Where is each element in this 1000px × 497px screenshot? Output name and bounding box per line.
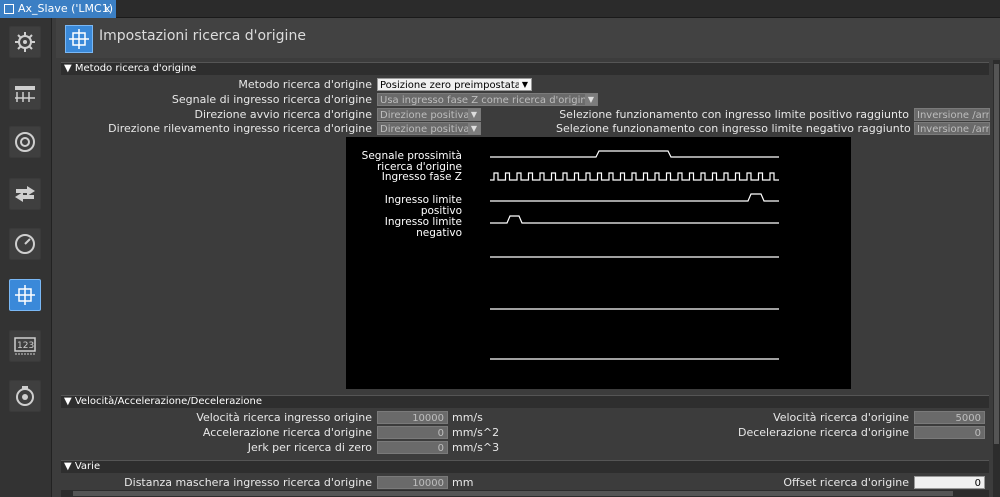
- jerk-label: Jerk per ricerca di zero: [247, 441, 372, 454]
- sel-neg-label: Selezione funzionamento con ingresso lim…: [556, 122, 911, 135]
- offset-label: Offset ricerca d'origine: [783, 476, 909, 489]
- position-count-icon[interactable]: 123: [9, 330, 41, 362]
- gauge-icon[interactable]: [9, 228, 41, 260]
- sel-neg-value: Inversione /arresto: [917, 124, 990, 135]
- section-velocity[interactable]: ▼ Velocità/Accelerazione/Decelerazione: [61, 395, 989, 408]
- sel-pos-label: Selezione funzionamento con ingresso lim…: [559, 108, 909, 121]
- hscrollbar-thumb[interactable]: [73, 491, 953, 496]
- acc-unit: mm/s^2: [452, 426, 500, 439]
- page-title: Impostazioni ricerca d'origine: [99, 28, 306, 44]
- metodo-select[interactable]: Posizione zero preimpostata ▼: [377, 78, 532, 91]
- tab-bar: Ax_Slave ('LMC1) x: [0, 0, 1000, 18]
- dec-input[interactable]: 0: [914, 426, 985, 439]
- window: Ax_Slave ('LMC1) x 123 Impostazioni rice…: [0, 0, 1000, 497]
- svg-text:123: 123: [17, 341, 34, 351]
- chevron-down-icon: ▼: [468, 123, 480, 134]
- dir-ril-value: Direzione positiva: [380, 124, 470, 135]
- scrollbar-thumb[interactable]: [994, 64, 999, 444]
- homing-timing-diagram: Segnale prossimità ricerca d'origine Ing…: [346, 137, 851, 389]
- dist-label: Distanza maschera ingresso ricerca d'ori…: [124, 476, 372, 489]
- vel-unit: mm/s: [452, 411, 483, 424]
- dir-ril-select[interactable]: Direzione positiva ▼: [377, 122, 481, 135]
- wave-negative-limit: [490, 215, 779, 224]
- tab-ax-slave[interactable]: Ax_Slave ('LMC1) x: [0, 0, 116, 18]
- sel-neg-select[interactable]: Inversione /arresto: [914, 122, 990, 135]
- page-header: Impostazioni ricerca d'origine: [56, 18, 1000, 58]
- homing-icon[interactable]: [9, 279, 41, 311]
- axis-parameters-icon[interactable]: [9, 78, 41, 110]
- chevron-down-icon: ▼: [519, 79, 531, 90]
- dir-avvio-value: Direzione positiva: [380, 110, 470, 121]
- servo-icon[interactable]: [9, 380, 41, 412]
- metodo-label: Metodo ricerca d'origine: [238, 78, 372, 91]
- sidebar: 123: [0, 18, 52, 497]
- vel-label: Velocità ricerca ingresso origine: [196, 411, 372, 424]
- segnale-label: Segnale di ingresso ricerca d'origine: [171, 93, 372, 106]
- wave-proximity: [490, 150, 779, 158]
- vertical-scrollbar[interactable]: [993, 60, 1000, 497]
- chevron-down-icon: ▼: [585, 94, 597, 105]
- chevron-down-icon: ▼: [468, 109, 480, 120]
- transfer-icon[interactable]: [9, 178, 41, 210]
- homing-icon: [65, 25, 93, 53]
- tab-label: Ax_Slave ('LMC1): [18, 2, 113, 15]
- vel-r-input[interactable]: 5000: [914, 411, 985, 424]
- sel-pos-value: Inversione /arresto: [917, 110, 990, 121]
- section-metodo[interactable]: ▼ Metodo ricerca d'origine: [61, 62, 989, 75]
- dist-input[interactable]: 10000: [377, 476, 448, 489]
- metodo-value: Posizione zero preimpostata: [380, 80, 521, 91]
- jerk-unit: mm/s^3: [452, 441, 500, 454]
- dir-avvio-label: Direzione avvio ricerca d'origine: [194, 108, 372, 121]
- diagram-waveforms: [490, 150, 779, 360]
- dir-ril-label: Direzione rilevamento ingresso ricerca d…: [108, 122, 372, 135]
- wave-phase-z: [490, 172, 779, 181]
- acc-label: Accelerazione ricerca d'origine: [202, 426, 372, 439]
- dir-avvio-select[interactable]: Direzione positiva ▼: [377, 108, 481, 121]
- jerk-input[interactable]: 0: [377, 441, 448, 454]
- offset-input[interactable]: 0: [914, 476, 985, 489]
- axis-icon: [4, 4, 14, 14]
- disk-icon[interactable]: [9, 126, 41, 158]
- sel-pos-select[interactable]: Inversione /arresto: [914, 108, 990, 121]
- dist-unit: mm: [452, 476, 474, 489]
- segnale-select[interactable]: Usa ingresso fase Z come ricerca d'origi…: [377, 93, 598, 106]
- vel-input[interactable]: 10000: [377, 411, 448, 424]
- segnale-value: Usa ingresso fase Z come ricerca d'origi…: [380, 95, 593, 106]
- wave-positive-limit: [490, 193, 779, 202]
- gear-icon[interactable]: [9, 26, 41, 58]
- horizontal-scrollbar[interactable]: [61, 490, 989, 497]
- dec-label: Decelerazione ricerca d'origine: [738, 426, 909, 439]
- section-misc[interactable]: ▼ Varie: [61, 460, 989, 473]
- main-panel: Impostazioni ricerca d'origine ▼ Metodo …: [56, 18, 1000, 497]
- close-icon[interactable]: x: [104, 0, 111, 18]
- acc-input[interactable]: 0: [377, 426, 448, 439]
- vel-r-label: Velocità ricerca d'origine: [773, 411, 909, 424]
